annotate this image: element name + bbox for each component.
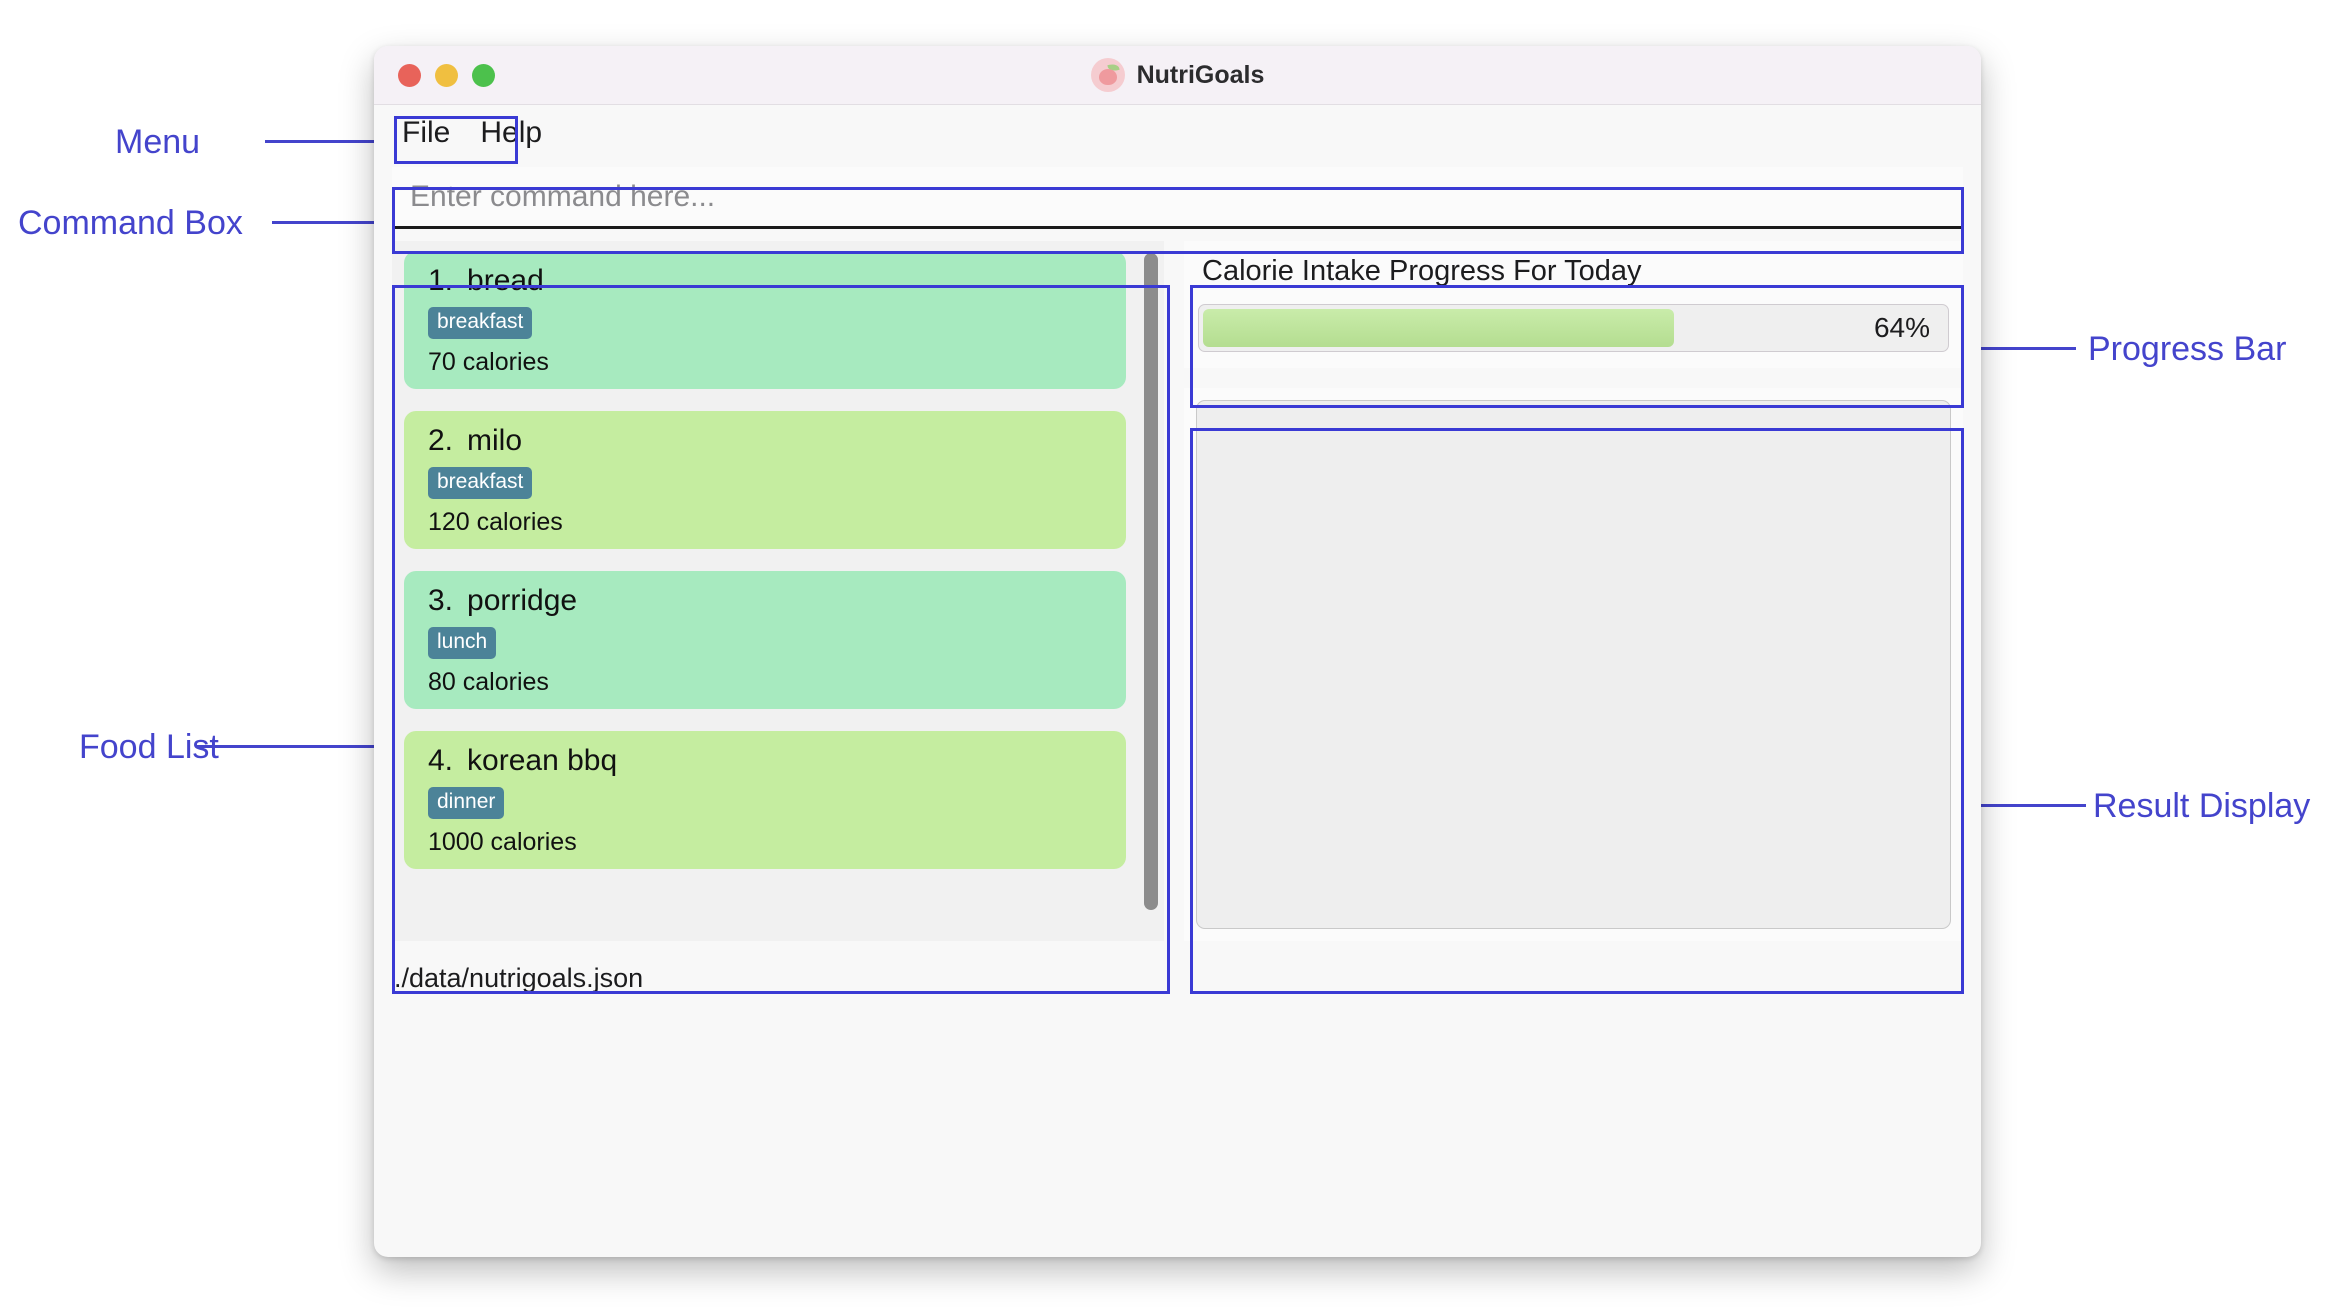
food-item-index: 2. bbox=[428, 423, 454, 457]
command-input[interactable] bbox=[392, 178, 1963, 215]
food-list-scrollbar[interactable] bbox=[1144, 249, 1158, 933]
food-item-name: korean bbq bbox=[467, 743, 618, 777]
food-item-tag: lunch bbox=[428, 626, 497, 659]
food-item-title: 3. porridge bbox=[428, 584, 1102, 618]
progress-title: Calorie Intake Progress For Today bbox=[1202, 255, 1642, 287]
food-item-title: 2. milo bbox=[428, 424, 1102, 458]
list-item[interactable]: 1. bread breakfast 70 calories bbox=[404, 251, 1126, 389]
title-bar: NutriGoals bbox=[374, 46, 1981, 105]
food-item-calories: 1000 calories bbox=[428, 827, 577, 856]
progress-percent-label: 64% bbox=[1873, 312, 1930, 343]
annotation-label-command-box: Command Box bbox=[18, 204, 243, 242]
food-item-title: 1. bread bbox=[428, 264, 1102, 298]
food-item-tag: dinner bbox=[428, 786, 505, 819]
annotation-label-result: Result Display bbox=[2093, 787, 2311, 825]
minimize-button[interactable] bbox=[435, 63, 458, 87]
food-item-calories: 80 calories bbox=[428, 667, 549, 696]
apple-body-icon bbox=[1098, 69, 1117, 85]
food-item-tag: breakfast bbox=[428, 306, 533, 339]
food-item-calories: 70 calories bbox=[428, 347, 549, 376]
food-item-name: milo bbox=[467, 423, 523, 457]
progress-panel: Calorie Intake Progress For Today 64% bbox=[1184, 241, 1963, 368]
list-item[interactable]: 3. porridge lunch 80 calories bbox=[404, 571, 1126, 709]
food-item-index: 4. bbox=[428, 743, 454, 777]
title-center-group: NutriGoals bbox=[374, 58, 1981, 92]
traffic-light-group bbox=[398, 63, 495, 87]
food-list-panel: 1. bread breakfast 70 calories 2. milo b… bbox=[392, 241, 1164, 941]
food-item-index: 3. bbox=[428, 583, 454, 617]
progress-bar-fill bbox=[1203, 309, 1675, 347]
food-item-index: 1. bbox=[428, 263, 454, 297]
food-item-title: 4. korean bbq bbox=[428, 744, 1102, 778]
apple-icon bbox=[1090, 58, 1125, 92]
progress-bar: 64% bbox=[1198, 304, 1949, 352]
maximize-button[interactable] bbox=[472, 63, 495, 87]
main-content: 1. bread breakfast 70 calories 2. milo b… bbox=[374, 229, 1981, 941]
close-button[interactable] bbox=[398, 63, 421, 87]
app-window: NutriGoals File Help 1. bread breakfast … bbox=[374, 46, 1981, 1257]
window-title: NutriGoals bbox=[1136, 60, 1265, 89]
food-item-name: bread bbox=[467, 263, 544, 297]
menu-bar: File Help bbox=[374, 105, 1981, 161]
status-bar-file-path: ./data/nutrigoals.json bbox=[394, 963, 644, 993]
annotation-label-menu: Menu bbox=[115, 123, 201, 161]
food-item-tag: breakfast bbox=[428, 466, 533, 499]
food-item-calories: 120 calories bbox=[428, 507, 563, 536]
annotation-line-progress-bar bbox=[1966, 347, 2076, 350]
list-item[interactable]: 2. milo breakfast 120 calories bbox=[404, 411, 1126, 549]
menu-item-file[interactable]: File bbox=[400, 116, 452, 150]
food-list-scrollbar-thumb[interactable] bbox=[1144, 253, 1158, 910]
right-column: Calorie Intake Progress For Today 64% bbox=[1184, 241, 1963, 941]
food-list-scroll-area[interactable]: 1. bread breakfast 70 calories 2. milo b… bbox=[392, 241, 1138, 941]
command-box[interactable] bbox=[392, 167, 1963, 229]
food-item-name: porridge bbox=[467, 583, 578, 617]
menu-group: File Help bbox=[392, 112, 552, 154]
result-display-content[interactable] bbox=[1196, 400, 1951, 929]
annotation-line-result bbox=[1966, 804, 2086, 807]
result-display-panel bbox=[1184, 388, 1963, 941]
annotation-label-progress-bar: Progress Bar bbox=[2088, 330, 2287, 368]
annotation-line-food-list bbox=[196, 745, 392, 748]
apple-leaf-icon bbox=[1106, 62, 1120, 73]
list-item[interactable]: 4. korean bbq dinner 1000 calories bbox=[404, 731, 1126, 869]
menu-item-help[interactable]: Help bbox=[478, 116, 544, 150]
